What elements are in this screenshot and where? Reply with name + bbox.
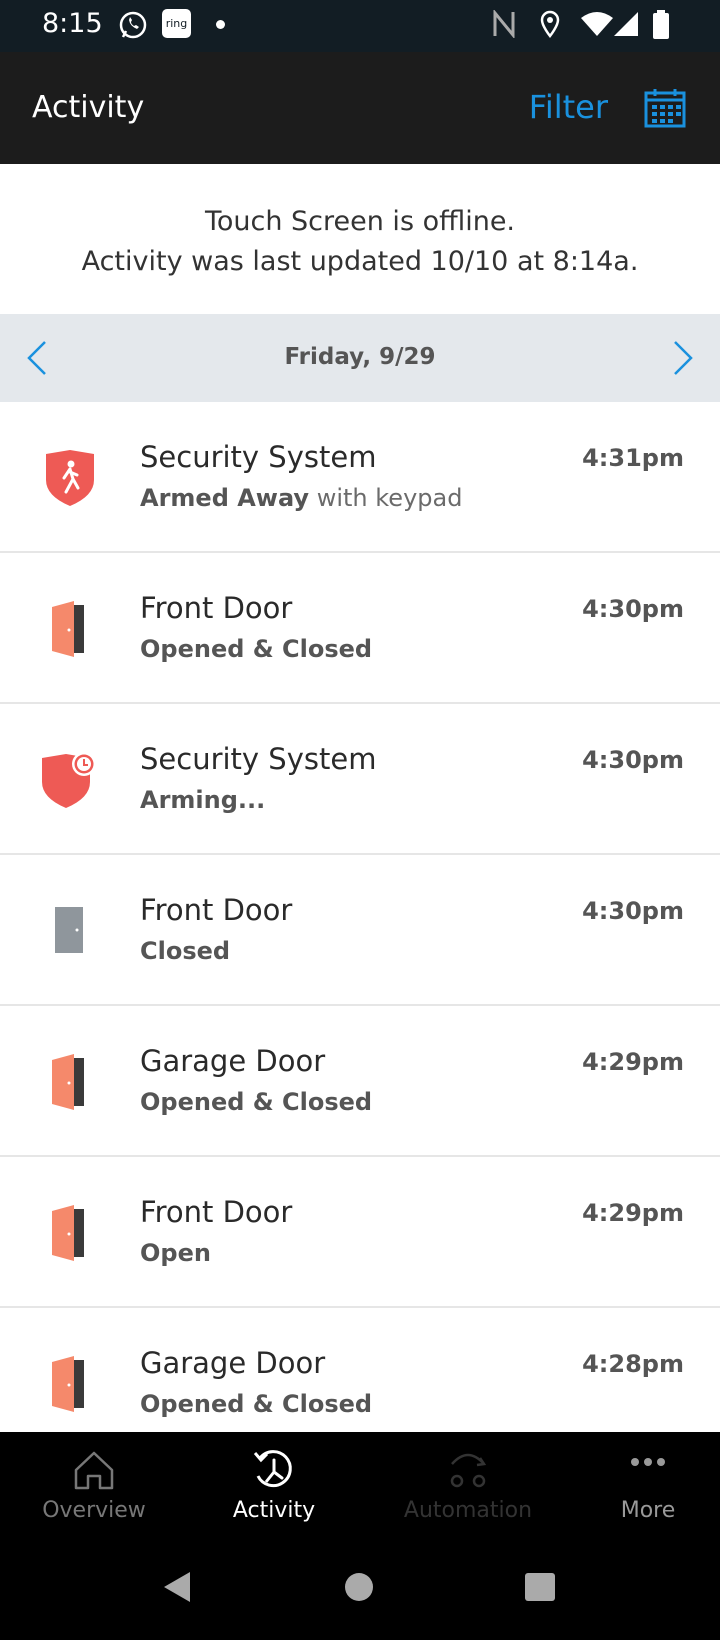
system-nav-bar bbox=[0, 1540, 720, 1640]
event-description: Arming... bbox=[140, 786, 266, 814]
offline-notice: Touch Screen is offline. Activity was la… bbox=[0, 164, 720, 314]
door-open-icon bbox=[52, 601, 84, 657]
event-name: Security System bbox=[140, 742, 377, 776]
event-name: Security System bbox=[140, 440, 377, 474]
event-description: Opened & Closed bbox=[140, 1390, 373, 1418]
event-description: Opened & Closed bbox=[140, 1088, 373, 1116]
event-time: 4:30pm bbox=[582, 746, 684, 774]
event-description: Closed bbox=[140, 937, 231, 965]
calendar-icon[interactable] bbox=[644, 88, 686, 128]
location-icon bbox=[540, 10, 560, 39]
page-title: Activity bbox=[32, 90, 145, 125]
nfc-icon bbox=[493, 10, 515, 38]
event-time: 4:30pm bbox=[582, 897, 684, 925]
date-navigator: Friday, 9/29 bbox=[0, 314, 720, 402]
activity-row[interactable]: Garage Door Opened & Closed 4:28pm bbox=[0, 1308, 720, 1432]
cell-signal-icon bbox=[614, 12, 638, 36]
event-name: Front Door bbox=[140, 1195, 293, 1229]
event-name: Front Door bbox=[140, 893, 293, 927]
event-time: 4:29pm bbox=[582, 1199, 684, 1227]
event-name: Front Door bbox=[140, 591, 293, 625]
bottom-nav: Overview Activity Automation More bbox=[0, 1432, 720, 1540]
current-date: Friday, 9/29 bbox=[284, 344, 436, 370]
activity-row[interactable]: Front Door Closed 4:30pm bbox=[0, 855, 720, 1006]
activity-row[interactable]: Front Door Opened & Closed 4:30pm bbox=[0, 553, 720, 704]
door-open-icon bbox=[52, 1205, 84, 1261]
event-time: 4:30pm bbox=[582, 595, 684, 623]
filter-button[interactable]: Filter bbox=[529, 88, 608, 126]
automation-icon bbox=[450, 1453, 487, 1488]
offline-notice-line1: Touch Screen is offline. bbox=[204, 206, 516, 237]
door-open-icon bbox=[52, 1356, 84, 1412]
status-bar: 8:15 ring bbox=[0, 0, 720, 52]
event-description: Opened & Closed bbox=[140, 635, 373, 663]
event-time: 4:31pm bbox=[582, 444, 684, 472]
activity-row[interactable]: Garage Door Opened & Closed 4:29pm bbox=[0, 1006, 720, 1157]
nav-more[interactable]: More bbox=[558, 1432, 720, 1540]
notification-dot-icon bbox=[216, 20, 225, 29]
wifi-icon bbox=[581, 12, 613, 36]
app-header: Activity Filter bbox=[0, 52, 720, 164]
event-description: Open bbox=[140, 1239, 211, 1267]
event-name: Garage Door bbox=[140, 1346, 326, 1380]
nav-automation[interactable]: Automation bbox=[378, 1432, 558, 1540]
event-description: Armed Away with keypad bbox=[140, 484, 463, 512]
nav-overview[interactable]: Overview bbox=[4, 1432, 184, 1540]
battery-icon bbox=[653, 10, 669, 39]
activity-row[interactable]: Security System Armed Away with keypad 4… bbox=[0, 402, 720, 553]
history-icon bbox=[253, 1450, 292, 1488]
whatsapp-icon bbox=[119, 11, 147, 39]
security-armed-away-icon bbox=[46, 450, 94, 506]
offline-notice-line2: Activity was last updated 10/10 at 8:14a… bbox=[81, 246, 639, 277]
event-time: 4:29pm bbox=[582, 1048, 684, 1076]
door-open-icon bbox=[52, 1054, 84, 1110]
next-day-chevron-icon[interactable] bbox=[672, 340, 694, 376]
recents-icon[interactable] bbox=[524, 1572, 556, 1602]
home-circle-icon[interactable] bbox=[344, 1572, 374, 1602]
activity-row[interactable]: Security System Arming... 4:30pm bbox=[0, 704, 720, 855]
door-closed-icon bbox=[55, 907, 83, 953]
nav-label: More bbox=[620, 1498, 676, 1523]
nav-label: Activity bbox=[232, 1498, 316, 1523]
ring-app-icon: ring bbox=[162, 9, 191, 38]
back-icon[interactable] bbox=[162, 1570, 192, 1604]
event-time: 4:28pm bbox=[582, 1350, 684, 1378]
activity-row[interactable]: Front Door Open 4:29pm bbox=[0, 1157, 720, 1308]
activity-list: Security System Armed Away with keypad 4… bbox=[0, 402, 720, 1432]
nav-label: Overview bbox=[42, 1498, 146, 1523]
status-time: 8:15 bbox=[42, 8, 103, 39]
nav-label: Automation bbox=[403, 1498, 533, 1523]
security-arming-icon bbox=[42, 752, 96, 808]
nav-activity[interactable]: Activity bbox=[184, 1432, 364, 1540]
more-icon bbox=[631, 1458, 665, 1466]
home-icon bbox=[74, 1451, 114, 1490]
event-name: Garage Door bbox=[140, 1044, 326, 1078]
